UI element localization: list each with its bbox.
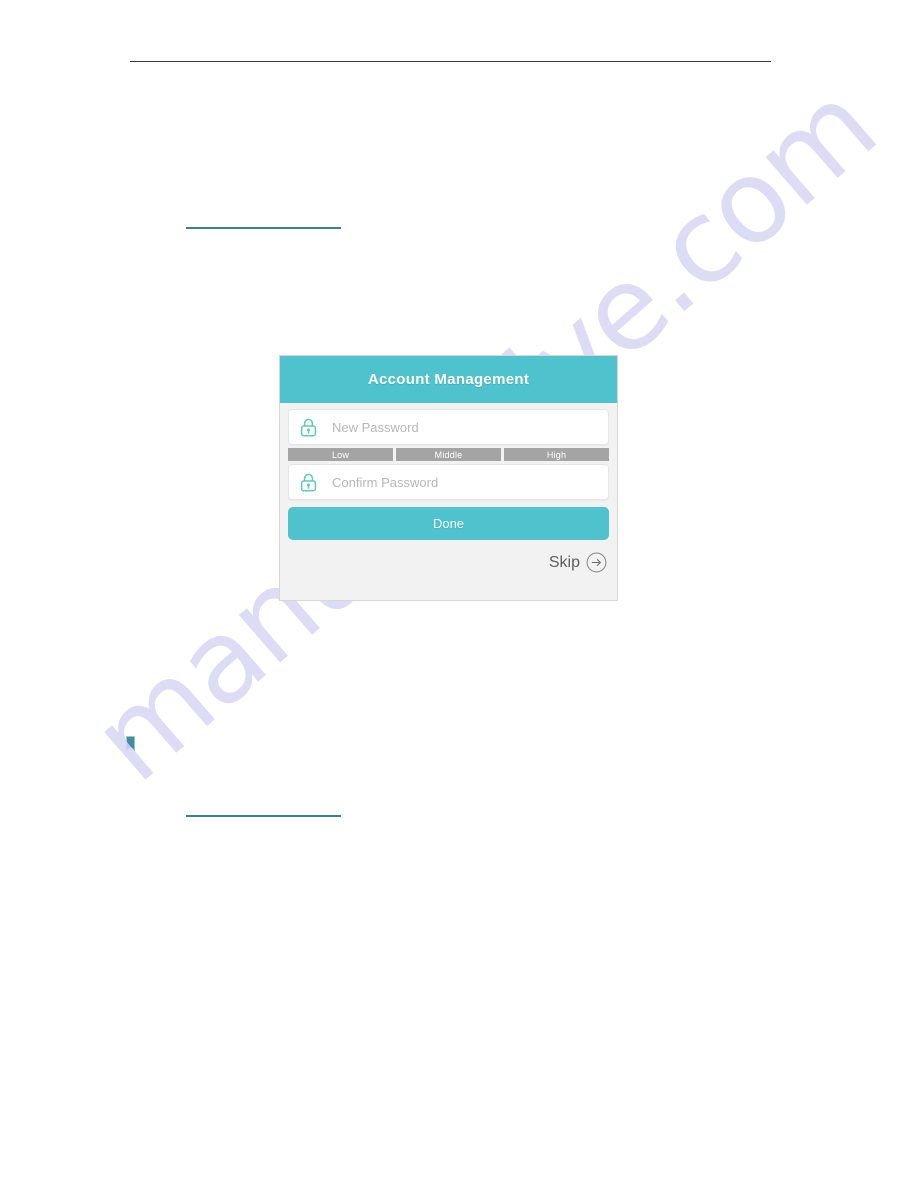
arrow-right-circle-icon: [586, 552, 607, 573]
account-management-dialog: Account Management New Password Low Midd…: [279, 355, 618, 601]
strength-segment-high: High: [504, 448, 609, 461]
dialog-body: New Password Low Middle High Confirm Pas…: [280, 403, 617, 573]
skip-label: Skip: [548, 553, 580, 571]
section-rule-lower: [186, 815, 341, 817]
strength-segment-middle: Middle: [396, 448, 501, 461]
dialog-header: Account Management: [280, 356, 617, 403]
password-strength-meter: Low Middle High: [288, 448, 609, 461]
confirm-password-placeholder: Confirm Password: [332, 474, 439, 490]
skip-link[interactable]: Skip: [288, 552, 609, 573]
page-title: Account Management: [367, 371, 530, 388]
done-button[interactable]: Done: [288, 507, 609, 540]
new-password-placeholder: New Password: [332, 419, 419, 435]
page-header-rule: [130, 61, 771, 62]
confirm-password-field[interactable]: Confirm Password: [288, 464, 609, 500]
lock-icon: [300, 473, 317, 492]
new-password-field[interactable]: New Password: [288, 409, 609, 445]
lock-icon: [300, 418, 317, 437]
manual-page: Account Management New Password Low Midd…: [0, 0, 897, 1186]
strength-segment-low: Low: [288, 448, 393, 461]
bookmark-icon: [126, 736, 135, 751]
section-rule-upper: [186, 227, 341, 229]
